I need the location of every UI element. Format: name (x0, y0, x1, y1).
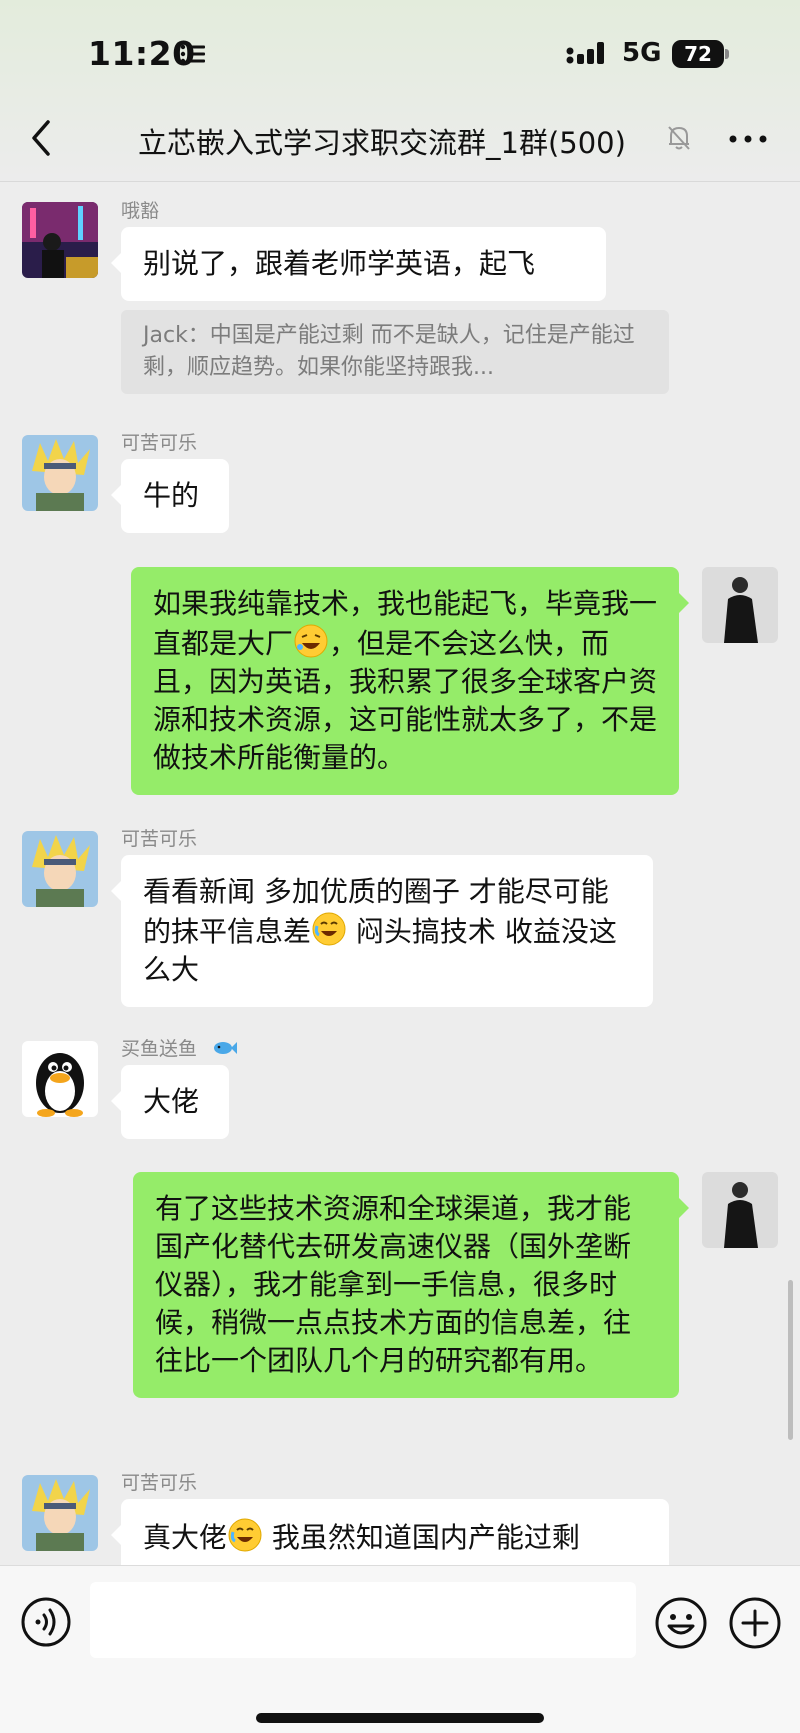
message-bubble[interactable]: 牛的 (111, 459, 229, 533)
fish-emoji-icon (214, 1042, 237, 1054)
sender-name: 可苦可乐 (121, 828, 198, 850)
message-bubble[interactable]: 别说了，跟着老师学英语，起飞 (111, 227, 606, 301)
chat-header: 立芯嵌入式学习求职交流群_1群(500) (0, 104, 800, 174)
message-text: 真大佬 (143, 1521, 228, 1554)
home-indicator[interactable] (256, 1713, 544, 1723)
avatar[interactable] (22, 1041, 98, 1117)
chat-area[interactable]: 哦豁 别说了，跟着老师学英语，起飞 Jack：中国是产能过剩 而不是缺人，记住是… (0, 183, 800, 1565)
avatar[interactable] (22, 435, 98, 511)
laughing-crying-emoji-icon (228, 1518, 262, 1552)
back-chevron-icon[interactable] (26, 118, 56, 158)
battery-indicator: 72 (672, 40, 729, 68)
quoted-message[interactable]: Jack：中国是产能过剩 而不是缺人，记住是产能过剩，顺应趋势。如果你能坚持跟我… (121, 310, 669, 394)
list-icon (180, 44, 205, 64)
message-bubble-self[interactable]: 如果我纯靠技术，我也能起飞，毕竟我一直都是大厂 ，但是不会这么快，而且，因为英语… (131, 567, 689, 795)
avatar[interactable] (22, 202, 98, 278)
input-bar (0, 1565, 800, 1733)
message-bubble[interactable]: 真大佬 我虽然知道国内产能过剩 (111, 1499, 669, 1565)
message-bubble[interactable]: 大佬 (111, 1065, 229, 1139)
avatar-self[interactable] (702, 567, 778, 643)
scrollbar[interactable] (788, 1280, 793, 1440)
sender-name: 可苦可乐 (121, 432, 198, 454)
voice-icon[interactable] (20, 1596, 72, 1648)
more-dots-icon[interactable] (728, 134, 768, 144)
status-bar: 11:20 5G 72 (0, 28, 800, 80)
message-bubble-self[interactable]: 有了这些技术资源和全球渠道，我才能国产化替代去研发高速仪器（国外垄断仪器），我才… (133, 1172, 689, 1398)
mute-bell-icon (668, 126, 690, 150)
message-bubble[interactable]: 看看新闻 多加优质的圈子 才能尽可能的抹平信息差 闷头搞技术 收益没这么大 (111, 855, 653, 1007)
plus-icon[interactable] (728, 1596, 782, 1650)
avatar[interactable] (22, 831, 98, 907)
avatar-self[interactable] (702, 1172, 778, 1248)
message-text: 我虽然知道国内产能过剩 (263, 1521, 580, 1554)
avatar[interactable] (22, 1475, 98, 1551)
chat-title: 立芯嵌入式学习求职交流群_1群(500) (138, 126, 626, 160)
emoji-icon[interactable] (654, 1596, 708, 1650)
rofl-emoji-icon (294, 624, 328, 658)
message-input[interactable] (90, 1582, 636, 1658)
sender-name: 买鱼送鱼 (121, 1038, 198, 1060)
top-bar: 11:20 5G 72 立芯嵌入式学习求职交流群_1群(500) (0, 0, 800, 182)
sender-name: 可苦可乐 (121, 1472, 198, 1494)
sender-name: 哦豁 (121, 200, 160, 222)
signal-icon (566, 42, 604, 64)
network-type: 5G (622, 38, 662, 68)
laughing-crying-emoji-icon (312, 912, 346, 946)
